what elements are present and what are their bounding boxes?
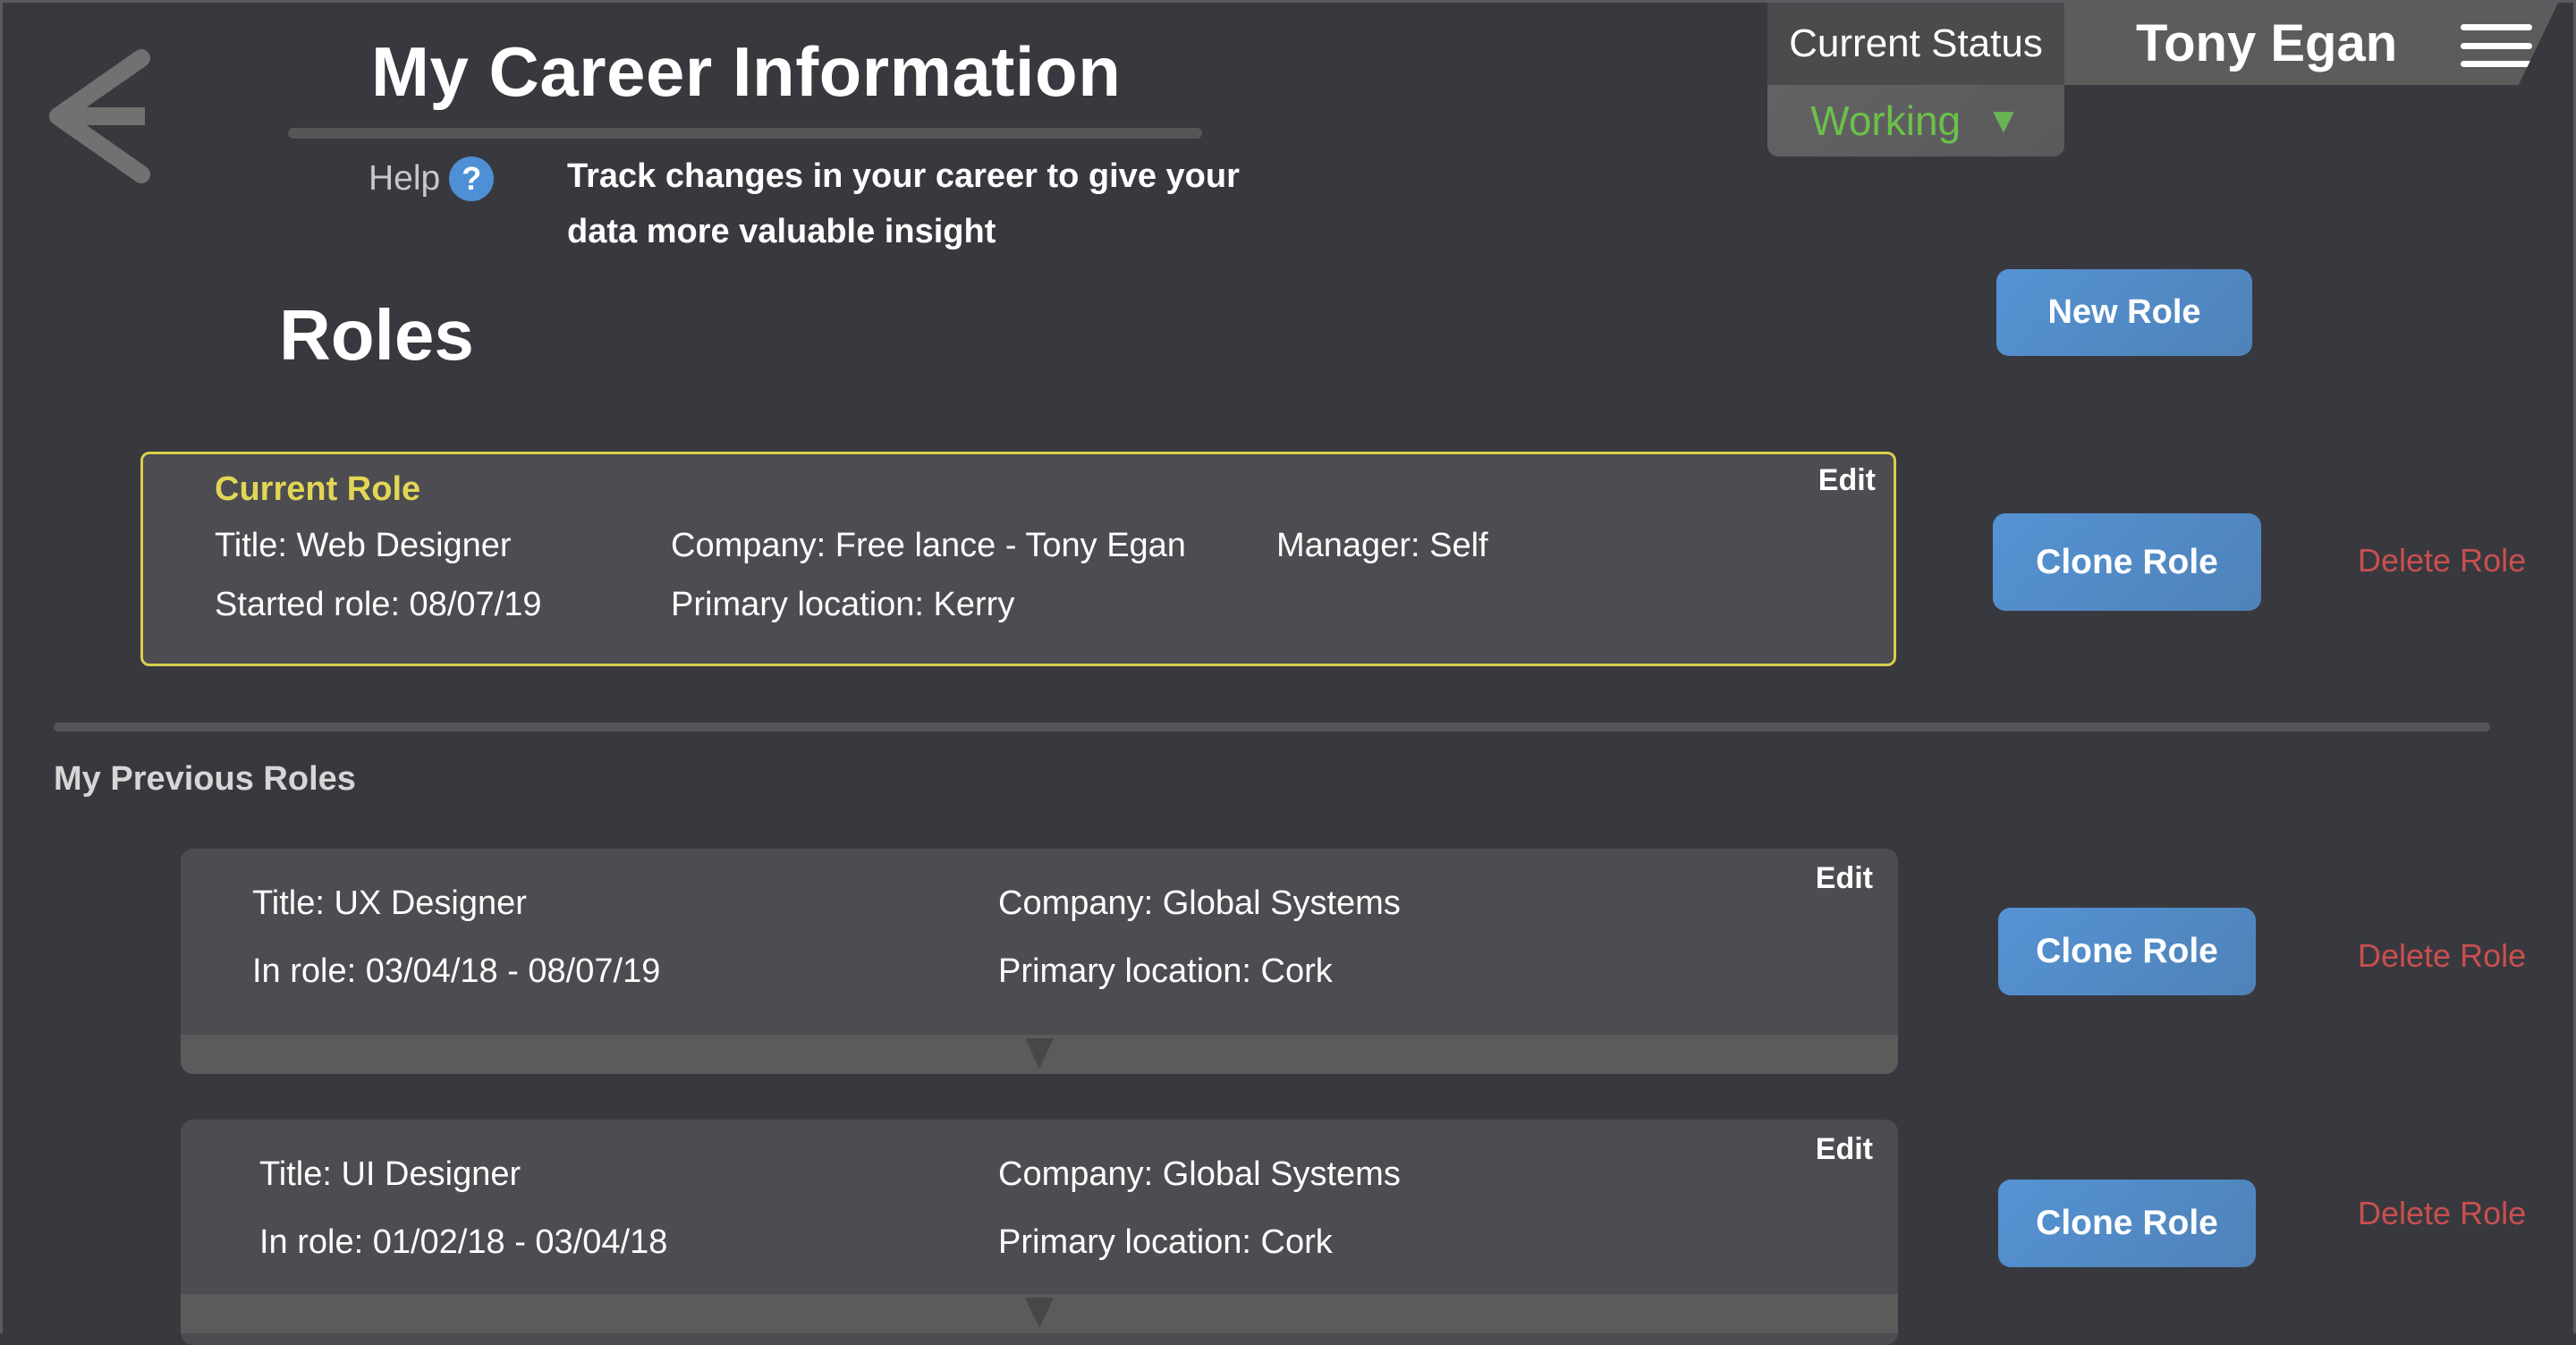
status-value: Working [1810,97,1962,144]
delete-role-link[interactable]: Delete Role [2358,542,2526,579]
new-role-button[interactable]: New Role [1996,269,2252,356]
chevron-down-icon [1025,1298,1054,1328]
question-circle-icon[interactable]: ? [449,156,495,201]
role-location: Primary location: Cork [998,952,1333,990]
role-period: In role: 01/02/18 - 03/04/18 [259,1223,668,1261]
delete-role-link[interactable]: Delete Role [2358,937,2526,975]
current-role-heading: Current Role [215,470,421,508]
back-button[interactable] [36,45,161,188]
status-dropdown[interactable]: Working ▼ [1767,85,2064,156]
menu-line [2461,24,2532,30]
user-bar: Tony Egan [2064,3,2558,85]
role-location: Primary location: Cork [998,1223,1333,1261]
expand-role-toggle[interactable] [181,1294,1898,1333]
clone-role-button[interactable]: Clone Role [1993,513,2261,611]
clone-role-button[interactable]: Clone Role [1998,908,2256,995]
page-title: My Career Information [371,32,1122,111]
roles-heading: Roles [279,295,474,375]
status-label: Current Status [1767,3,2064,85]
window-left-border [0,0,3,1333]
role-title: Title: Web Designer [215,527,512,564]
hamburger-menu-icon[interactable] [2461,24,2532,67]
edit-role-link[interactable]: Edit [1816,1132,1873,1167]
previous-roles-heading: My Previous Roles [54,760,356,798]
edit-current-role-link[interactable]: Edit [1818,463,1876,498]
role-company: Company: Free lance - Tony Egan [671,527,1186,564]
role-title: Title: UI Designer [259,1155,521,1193]
status-panel: Current Status Working ▼ [1767,3,2064,156]
page-description: Track changes in your career to give you… [567,157,1240,250]
section-divider [54,723,2490,732]
role-title: Title: UX Designer [252,884,527,922]
arrow-left-icon [49,49,150,183]
role-period: In role: 03/04/18 - 08/07/19 [252,952,661,990]
delete-role-link[interactable]: Delete Role [2358,1195,2526,1232]
clone-role-button[interactable]: Clone Role [1998,1180,2256,1267]
previous-role-card: Edit Title: UI Designer Company: Global … [181,1120,1898,1345]
user-name: Tony Egan [2136,14,2398,72]
edit-role-link[interactable]: Edit [1816,861,1873,896]
menu-line [2461,42,2532,49]
caret-down-icon: ▼ [1986,100,2021,140]
role-location: Primary location: Kerry [671,586,1015,623]
help-label: Help [369,159,441,198]
chevron-down-icon [1025,1038,1054,1069]
help-button[interactable]: Help ? [369,156,495,201]
expand-role-toggle[interactable] [181,1035,1898,1074]
current-role-card: Current Role Edit Title: Web Designer Co… [140,452,1896,666]
window-top-border [0,0,2576,3]
role-manager: Manager: Self [1276,527,1488,564]
role-company: Company: Global Systems [998,884,1401,922]
previous-role-card: Edit Title: UX Designer Company: Global … [181,849,1898,1074]
role-company: Company: Global Systems [998,1155,1401,1193]
menu-line [2461,61,2532,67]
role-start-date: Started role: 08/07/19 [215,586,542,623]
title-underline [288,128,1202,139]
